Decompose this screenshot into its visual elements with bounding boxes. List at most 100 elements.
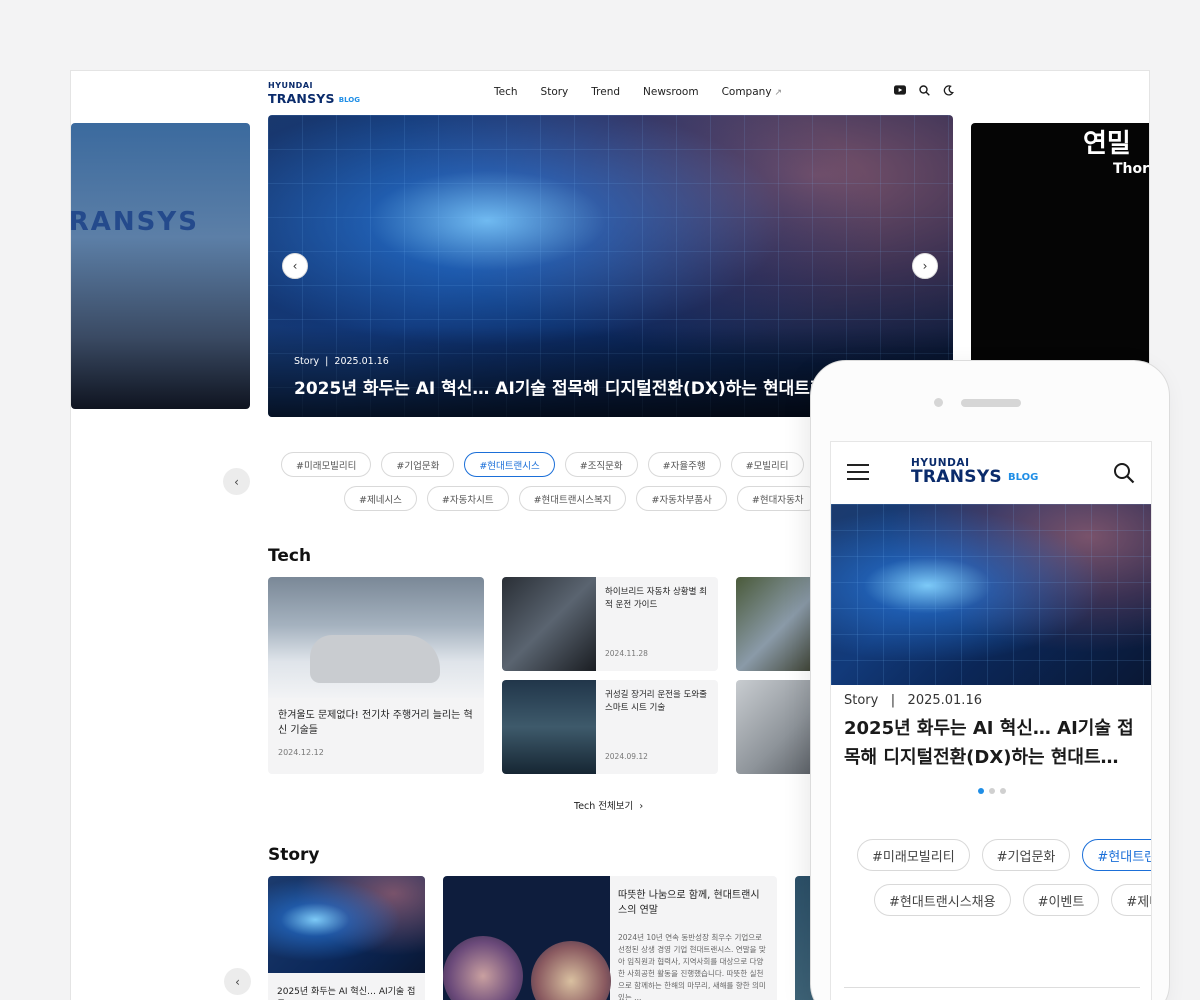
slide-building-text: TRANSYS xyxy=(71,207,199,237)
tech-card-partial[interactable] xyxy=(736,680,816,774)
hero-meta: Story | 2025.01.16 xyxy=(294,356,389,367)
tag-chip[interactable]: #자율주행 xyxy=(647,452,721,477)
phone-camera xyxy=(934,398,943,407)
car-image xyxy=(310,635,440,683)
logo-transys: TRANSYS xyxy=(268,91,335,106)
tag-chip[interactable]: #현대트랜시스복지 xyxy=(518,486,627,511)
mobile-screen: HYUNDAI TRANSYS BLOG Story | 2025.01.16 2… xyxy=(830,441,1152,1000)
tech-card-title: 한겨울도 문제없다! 전기차 주행거리 늘리는 혁신 기술들 xyxy=(278,710,473,736)
tech-card-title: 하이브리드 자동차 상황별 최적 운전 가이드 xyxy=(605,587,707,610)
hero-slide-prev[interactable]: TRANSYS xyxy=(71,123,250,409)
carousel-dots xyxy=(978,788,1006,794)
youtube-icon[interactable] xyxy=(894,84,906,96)
mobile-hero-category: Story xyxy=(844,693,879,708)
tech-card-featured[interactable]: 한겨울도 문제없다! 전기차 주행거리 늘리는 혁신 기술들 2024.12.1… xyxy=(268,577,484,774)
search-icon[interactable] xyxy=(918,84,930,96)
hero-meta-separator: | xyxy=(322,356,332,367)
slide-next-subtitle: Thor xyxy=(1113,161,1150,177)
mobile-hero-image[interactable] xyxy=(831,504,1151,685)
mobile-logo[interactable]: HYUNDAI TRANSYS BLOG xyxy=(911,458,1038,486)
phone-speaker xyxy=(961,399,1021,407)
chevron-left-icon: ‹ xyxy=(292,259,298,273)
mobile-tag-row-2: #현대트랜시스채용 #이벤트 #제네시스 xyxy=(874,884,1151,916)
header-icons xyxy=(894,84,954,96)
tag-row-1: #미래모빌리티 #기업문화 #현대트랜시스 #조직문화 #자율주행 #모빌리티 … xyxy=(281,452,861,477)
story-section-title: Story xyxy=(268,845,320,865)
nav-company[interactable]: Company ↗ xyxy=(722,86,783,98)
tech-view-all-link[interactable]: Tech 전체보기 › xyxy=(574,798,643,812)
hero-image-pattern xyxy=(831,504,1151,685)
tags-prev-button[interactable]: ‹ xyxy=(223,468,250,495)
search-icon[interactable] xyxy=(1113,462,1135,484)
carousel-dot[interactable] xyxy=(989,788,995,794)
tech-card-image xyxy=(268,577,484,698)
mobile-tag-row-1: #미래모빌리티 #기업문화 #현대트랜시스 xyxy=(857,839,1151,871)
nav-tech[interactable]: Tech xyxy=(494,86,518,98)
carousel-dot[interactable] xyxy=(1000,788,1006,794)
event-photo-circle xyxy=(531,941,611,1000)
site-logo[interactable]: HYUNDAI TRANSYS BLOG xyxy=(268,82,360,106)
mobile-hero-title[interactable]: 2025년 화두는 AI 혁신… AI기술 접목해 디지털전환(DX)하는 현대… xyxy=(844,714,1140,772)
story-card-image xyxy=(268,876,425,973)
tag-chip[interactable]: #현대트랜시스채용 xyxy=(874,884,1011,916)
story-card[interactable]: 2025년 화두는 AI 혁신… AI기술 접목 xyxy=(268,876,425,1000)
nav-company-label: Company xyxy=(721,86,772,98)
hero-date: 2025.01.16 xyxy=(334,356,389,367)
tech-card-date: 2024.12.12 xyxy=(278,748,324,757)
tag-chip[interactable]: #현대자동차 xyxy=(736,486,819,511)
nav-newsroom[interactable]: Newsroom xyxy=(643,86,699,98)
tech-card-title: 귀성길 장거리 운전을 도와줄 스마트 시트 기술 xyxy=(605,690,707,713)
hero-prev-button[interactable]: ‹ xyxy=(282,253,308,279)
tag-row-2: #제네시스 #자동차시트 #현대트랜시스복지 #자동차부품사 #현대자동차 xyxy=(344,486,841,511)
tech-card[interactable]: 귀성길 장거리 운전을 도와줄 스마트 시트 기술 2024.09.12 xyxy=(502,680,718,774)
main-nav: Tech Story Trend Newsroom Company ↗ xyxy=(494,86,782,98)
nav-story[interactable]: Story xyxy=(541,86,569,98)
hero-category: Story xyxy=(294,356,320,367)
tech-card-image xyxy=(502,577,596,671)
chevron-left-icon: ‹ xyxy=(235,974,240,989)
tech-section-title: Tech xyxy=(268,546,312,566)
slide-next-heading: 연밀 xyxy=(1083,129,1131,159)
hero-next-button[interactable]: › xyxy=(912,253,938,279)
tag-chip[interactable]: #기업문화 xyxy=(381,452,455,477)
logo-blog: BLOG xyxy=(1007,471,1039,483)
tag-chip[interactable]: #이벤트 xyxy=(1022,884,1100,916)
nav-trend[interactable]: Trend xyxy=(591,86,620,98)
tech-card[interactable]: 하이브리드 자동차 상황별 최적 운전 가이드 2024.11.28 xyxy=(502,577,718,671)
logo-hyundai: HYUNDAI xyxy=(268,81,313,90)
carousel-dot-active[interactable] xyxy=(978,788,984,794)
tag-chip[interactable]: #자동차시트 xyxy=(426,486,509,511)
event-photo-circle xyxy=(443,936,523,1000)
tag-chip[interactable]: #제네시스 xyxy=(344,486,417,511)
story-card-featured[interactable]: 따뜻한 나눔으로 함께, 현대트랜시스의 연말 2024년 10년 연속 동반성… xyxy=(443,876,777,1000)
logo-blog: BLOG xyxy=(338,96,360,104)
dark-mode-icon[interactable] xyxy=(942,84,954,96)
tag-chip[interactable]: #조직문화 xyxy=(564,452,638,477)
tech-card-partial[interactable] xyxy=(736,577,816,671)
mobile-tag-list: #미래모빌리티 #기업문화 #현대트랜시스 #현대트랜시스채용 #이벤트 #제네… xyxy=(857,839,1151,929)
mobile-hero-meta: Story | 2025.01.16 xyxy=(844,693,982,708)
story-card-title: 따뜻한 나눔으로 함께, 현대트랜시스의 연말 xyxy=(618,890,760,916)
tag-chip[interactable]: #모빌리티 xyxy=(730,452,804,477)
tag-chip[interactable]: #기업문화 xyxy=(981,839,1071,871)
mobile-hero-date: 2025.01.16 xyxy=(907,693,982,708)
tag-chip-active[interactable]: #현대트랜시스 xyxy=(464,452,555,477)
logo-transys: TRANSYS xyxy=(911,466,1002,487)
tag-chip[interactable]: #미래모빌리티 xyxy=(281,452,372,477)
tag-chip[interactable]: #미래모빌리티 xyxy=(857,839,970,871)
hamburger-menu-icon[interactable] xyxy=(847,464,869,480)
tech-card-image xyxy=(502,680,596,774)
external-link-icon: ↗ xyxy=(774,88,783,98)
mobile-device: HYUNDAI TRANSYS BLOG Story | 2025.01.16 2… xyxy=(810,360,1170,1000)
chevron-left-icon: ‹ xyxy=(234,474,239,489)
tag-chip-active[interactable]: #현대트랜시스 xyxy=(1082,839,1151,871)
tag-list: #미래모빌리티 #기업문화 #현대트랜시스 #조직문화 #자율주행 #모빌리티 … xyxy=(281,452,861,520)
story-card-image xyxy=(443,876,611,1000)
hero-title: 2025년 화두는 AI 혁신… AI기술 접목해 디지털전환(DX)하는 현대… xyxy=(294,379,857,399)
tag-chip[interactable]: #제네시스 xyxy=(1111,884,1151,916)
view-all-label: Tech 전체보기 xyxy=(574,801,634,812)
tag-chip[interactable]: #자동차부품사 xyxy=(636,486,727,511)
story-prev-button[interactable]: ‹ xyxy=(224,968,251,995)
chevron-right-icon: › xyxy=(639,801,644,812)
story-card-description: 2024년 10년 연속 동반성장 최우수 기업으로 선정된 상생 경영 기업 … xyxy=(618,933,766,1000)
